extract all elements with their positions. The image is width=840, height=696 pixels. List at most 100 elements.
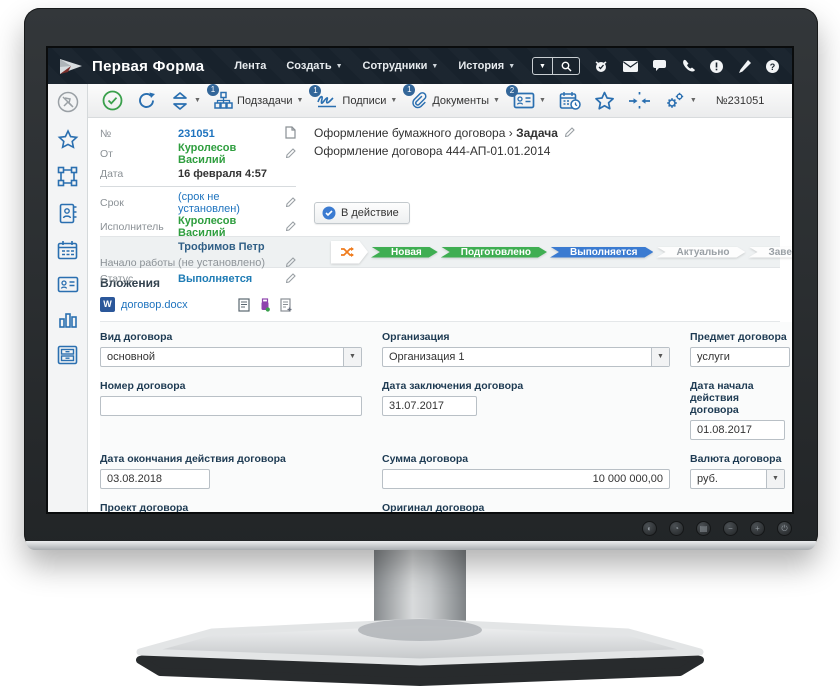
- bar-chart-icon[interactable]: [57, 309, 78, 334]
- search-box[interactable]: ▼: [532, 57, 580, 75]
- assignee-link[interactable]: Куролесов Василий: [178, 215, 282, 239]
- chevron-down-icon: ▼: [343, 348, 361, 366]
- navbar-actions: ▼ ?: [532, 57, 780, 75]
- svg-text:?: ?: [770, 62, 776, 72]
- calendar-icon[interactable]: [57, 240, 78, 265]
- property-row-from: От Куролесов Василий: [100, 142, 296, 166]
- monitor-auto-button[interactable]: ◔: [669, 521, 684, 536]
- id-card-icon[interactable]: [57, 276, 79, 298]
- edit-pencil-icon[interactable]: [565, 126, 576, 140]
- refresh-button[interactable]: [136, 90, 157, 111]
- phone-icon[interactable]: [681, 59, 696, 74]
- pen-icon[interactable]: [737, 59, 752, 74]
- word-file-icon: W: [100, 297, 115, 312]
- start-value[interactable]: (не установлено): [178, 257, 282, 269]
- task-number: №231051: [715, 94, 765, 107]
- brand-logo-icon[interactable]: [58, 55, 84, 77]
- search-icon[interactable]: [553, 61, 579, 72]
- monitor-minus-button[interactable]: −: [723, 521, 738, 536]
- start-date-input[interactable]: [690, 420, 785, 440]
- monitor-plus-button[interactable]: +: [750, 521, 765, 536]
- chevron-down-icon: ▼: [194, 97, 201, 104]
- document-icon[interactable]: [282, 126, 296, 142]
- monitor-power-button[interactable]: ⏻: [777, 521, 792, 536]
- field-signing-date: Дата заключения договора: [382, 380, 670, 440]
- edit-pencil-icon[interactable]: [282, 147, 296, 161]
- address-book-icon[interactable]: [58, 203, 78, 229]
- unpin-icon[interactable]: [57, 91, 79, 118]
- alarm-icon[interactable]: [593, 59, 609, 74]
- calendar-clock-button[interactable]: [559, 91, 581, 111]
- documents-dropdown[interactable]: 1 Документы ▼: [403, 84, 500, 110]
- contract-type-select[interactable]: основной ▼: [100, 347, 362, 367]
- workflow-stage-inprogress[interactable]: Выполняется: [550, 247, 653, 258]
- signing-date-input[interactable]: [382, 396, 477, 416]
- menu-item-create[interactable]: Создать ▼: [286, 60, 342, 72]
- monitor-input-button[interactable]: ◐: [642, 521, 657, 536]
- subtasks-dropdown[interactable]: 1 Подзадачи ▼: [206, 84, 303, 110]
- monitor-menu-button[interactable]: ▤: [696, 521, 711, 536]
- help-icon[interactable]: ?: [765, 59, 780, 74]
- contract-number-input[interactable]: [100, 396, 362, 416]
- workflow-stage-new[interactable]: Новая: [371, 247, 438, 258]
- task-number-link[interactable]: 231051: [178, 128, 282, 140]
- edit-pencil-icon[interactable]: [282, 196, 296, 210]
- subtasks-badge: 1: [206, 84, 219, 96]
- workflow-stage-actual[interactable]: Актуально: [656, 247, 745, 258]
- contract-subject-input[interactable]: [690, 347, 790, 367]
- deadline-value[interactable]: (срок не установлен): [178, 191, 282, 215]
- preview-icon[interactable]: [238, 297, 250, 312]
- search-scope-dropdown[interactable]: ▼: [533, 58, 553, 74]
- chevron-down-icon: ▼: [493, 97, 500, 104]
- settings-dropdown[interactable]: ▼: [664, 91, 697, 111]
- chevron-down-icon: ▼: [431, 62, 439, 70]
- field-contract-type: Вид договора основной ▼: [100, 331, 362, 367]
- route-icon[interactable]: [57, 166, 78, 192]
- field-currency: Валюта договора руб. ▼: [690, 453, 790, 489]
- monitor-controls: ◐ ◔ ▤ − + ⏻: [642, 521, 792, 536]
- contacts-dropdown[interactable]: 2 ▼: [505, 85, 546, 109]
- status-value[interactable]: Выполняется: [178, 273, 282, 285]
- workflow-stage-prepared[interactable]: Подготовлено: [441, 247, 547, 258]
- signatures-dropdown[interactable]: 1 Подписи ▼: [309, 85, 397, 109]
- contract-sum-input[interactable]: [382, 469, 670, 489]
- chevron-down-icon: ▼: [689, 97, 697, 104]
- menu-item-history[interactable]: История ▼: [458, 60, 515, 72]
- edit-pencil-icon[interactable]: [282, 272, 296, 286]
- author-link[interactable]: Куролесов Василий: [178, 142, 282, 166]
- task-toolbar: ▼ 1 Подзадачи ▼ 1 Подписи ▼ 1 Документы ▼ 2…: [88, 84, 792, 118]
- complete-task-button[interactable]: [102, 90, 123, 111]
- star-icon[interactable]: [57, 129, 79, 155]
- usb-add-icon[interactable]: [260, 297, 270, 312]
- check-circle-icon: [322, 206, 336, 220]
- attachment-file-link[interactable]: договор.docx: [121, 299, 188, 311]
- assignee2-link[interactable]: Трофимов Петр: [178, 241, 296, 253]
- converge-button[interactable]: [628, 91, 651, 111]
- monitor-stand-base: [136, 618, 704, 686]
- property-row-deadline: Срок (срок не установлен): [100, 191, 296, 215]
- workflow-shuffle-button[interactable]: [331, 241, 368, 264]
- edit-pencil-icon[interactable]: [282, 220, 296, 234]
- archive-icon[interactable]: [57, 345, 78, 370]
- chat-icon[interactable]: [652, 59, 668, 73]
- edit-pencil-icon[interactable]: [282, 256, 296, 270]
- task-properties: № 231051 От Куролесов Василий Дата 16 фе…: [100, 126, 296, 285]
- alert-icon[interactable]: [709, 59, 724, 74]
- menu-item-feed[interactable]: Лента: [234, 60, 266, 72]
- action-button[interactable]: В действие: [314, 202, 410, 224]
- end-date-input[interactable]: [100, 469, 210, 489]
- sort-button[interactable]: ▼: [170, 91, 201, 111]
- process-name[interactable]: Оформление бумажного договора: [314, 126, 505, 140]
- organization-select[interactable]: Организация 1 ▼: [382, 347, 670, 367]
- mail-icon[interactable]: [622, 60, 639, 73]
- task-type: Задача: [516, 126, 558, 140]
- breadcrumb: Оформление бумажного договора › Задача: [314, 126, 792, 140]
- workflow-stage-finished[interactable]: Завершена: [748, 247, 792, 258]
- add-file-icon[interactable]: [280, 297, 293, 312]
- favorite-star-button[interactable]: [594, 91, 615, 111]
- shuffle-icon: [340, 246, 354, 258]
- desktop-scene: ◐ ◔ ▤ − + ⏻ Первая Форма Лента Создать ▼ …: [0, 0, 840, 696]
- menu-item-employees[interactable]: Сотрудники ▼: [363, 60, 439, 72]
- created-date: 16 февраля 4:57: [178, 168, 267, 180]
- currency-select[interactable]: руб. ▼: [690, 469, 785, 489]
